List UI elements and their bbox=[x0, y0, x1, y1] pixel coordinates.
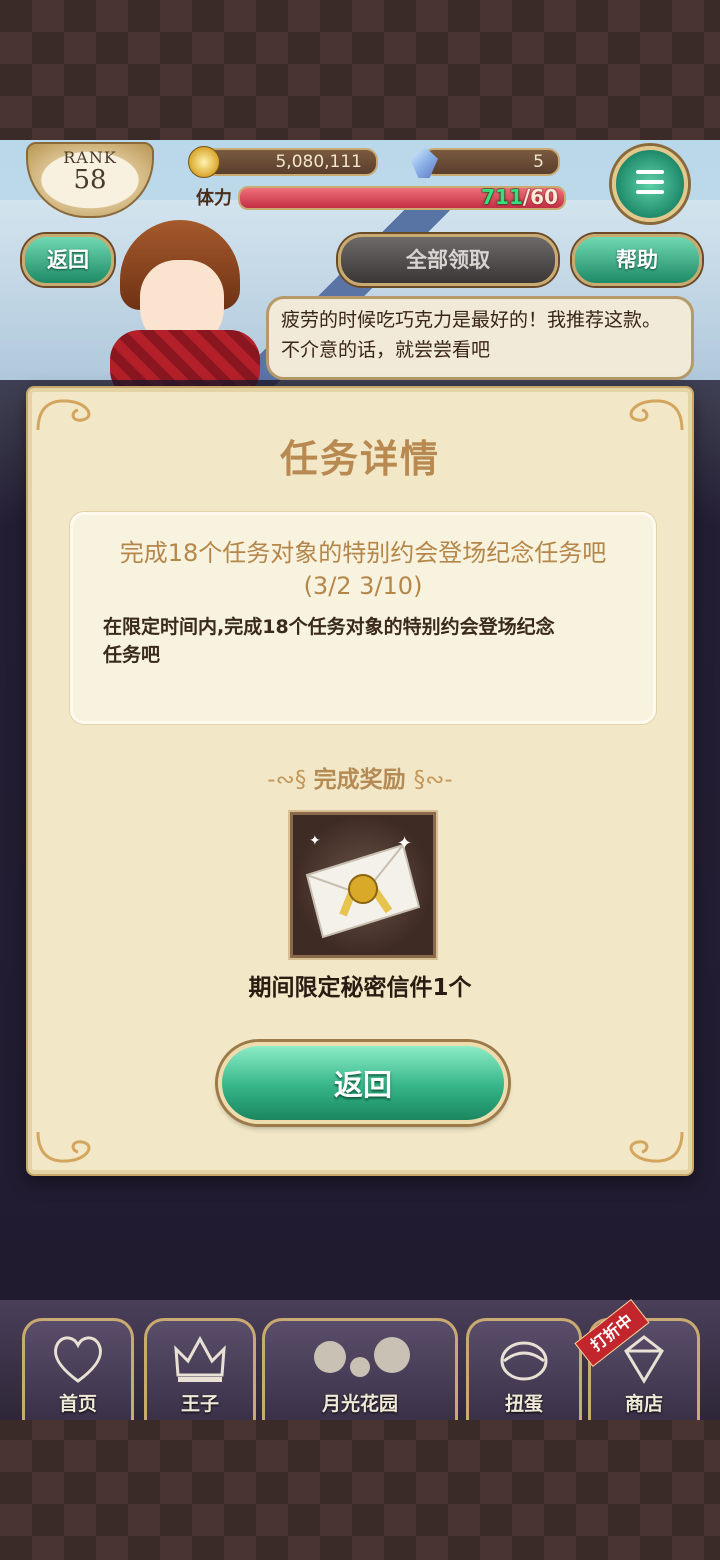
nav-item-prince[interactable]: 王子 bbox=[144, 1318, 256, 1420]
svg-text:✦: ✦ bbox=[309, 833, 321, 849]
gem-bar: 5 bbox=[422, 148, 560, 176]
nav-label-home: 首页 bbox=[58, 1393, 97, 1415]
heart-icon bbox=[54, 1336, 102, 1383]
speech-bubble: 疲劳的时候吃巧克力是最好的！我推荐这款。不介意的话，就尝尝看吧 bbox=[266, 296, 694, 380]
stamina-max: /60 bbox=[522, 186, 558, 209]
nav-label-shop: 商店 bbox=[624, 1393, 663, 1415]
crown-icon bbox=[174, 1335, 226, 1382]
ornament-left-icon: -∾§ bbox=[267, 767, 314, 793]
character-portrait bbox=[100, 220, 270, 400]
ornament-right-icon: §∾- bbox=[413, 767, 453, 793]
gem-count: 5 bbox=[533, 152, 544, 172]
reward-item-image: ✦ ✦ bbox=[290, 812, 436, 958]
task-detail-dialog: 任务详情 完成18个任务对象的特别约会登场纪念任务吧(3/2 3/10) 在限定… bbox=[28, 388, 692, 1174]
help-button[interactable]: 帮助 bbox=[572, 234, 702, 286]
menu-button[interactable] bbox=[612, 146, 688, 222]
corner-flourish-icon bbox=[629, 1131, 684, 1163]
menu-icon bbox=[636, 170, 664, 174]
coin-count: 5,080,111 bbox=[275, 152, 362, 172]
stamina-current: 711 bbox=[481, 186, 523, 209]
stamina-value: 711/60 bbox=[481, 186, 558, 209]
reward-heading-text: 完成奖励 bbox=[313, 767, 406, 793]
menu-icon-line bbox=[636, 190, 664, 194]
nav-item-garden[interactable]: 月光花园 bbox=[262, 1318, 458, 1420]
nav-label-prince: 王子 bbox=[180, 1393, 219, 1415]
task-title: 完成18个任务对象的特别约会登场纪念任务吧(3/2 3/10) bbox=[119, 539, 607, 600]
task-description: 在限定时间内,完成18个任务对象的特别约会登场纪念任务吧 bbox=[103, 616, 555, 666]
letter-icon: ✦ ✦ bbox=[305, 833, 421, 939]
gacha-icon bbox=[500, 1341, 548, 1381]
garden-icon bbox=[314, 1337, 410, 1377]
coin-icon bbox=[188, 146, 220, 178]
nav-label-gacha: 扭蛋 bbox=[504, 1393, 543, 1415]
stamina-label: 体力 bbox=[196, 188, 232, 209]
menu-icon-line bbox=[636, 180, 664, 184]
nav-label-garden: 月光花园 bbox=[321, 1393, 398, 1415]
svg-text:✦: ✦ bbox=[397, 833, 412, 854]
claim-all-button[interactable]: 全部领取 bbox=[338, 234, 558, 286]
task-info-box: 完成18个任务对象的特别约会登场纪念任务吧(3/2 3/10) 在限定时间内,完… bbox=[70, 512, 656, 724]
nav-item-home[interactable]: 首页 bbox=[22, 1318, 134, 1420]
coin-bar: 5,080,111 bbox=[200, 148, 378, 176]
reward-name: 期间限定秘密信件1个 bbox=[248, 975, 472, 1001]
dialog-title: 任务详情 bbox=[279, 437, 440, 481]
corner-flourish-icon bbox=[36, 1131, 91, 1163]
reward-heading: -∾§ 完成奖励 §∾- bbox=[32, 760, 688, 794]
nav-item-gacha[interactable]: 扭蛋 bbox=[466, 1318, 582, 1420]
return-button[interactable]: 返回 bbox=[218, 1042, 508, 1124]
rank-value: 58 bbox=[73, 165, 107, 195]
stamina-bar: 711/60 bbox=[238, 186, 566, 210]
